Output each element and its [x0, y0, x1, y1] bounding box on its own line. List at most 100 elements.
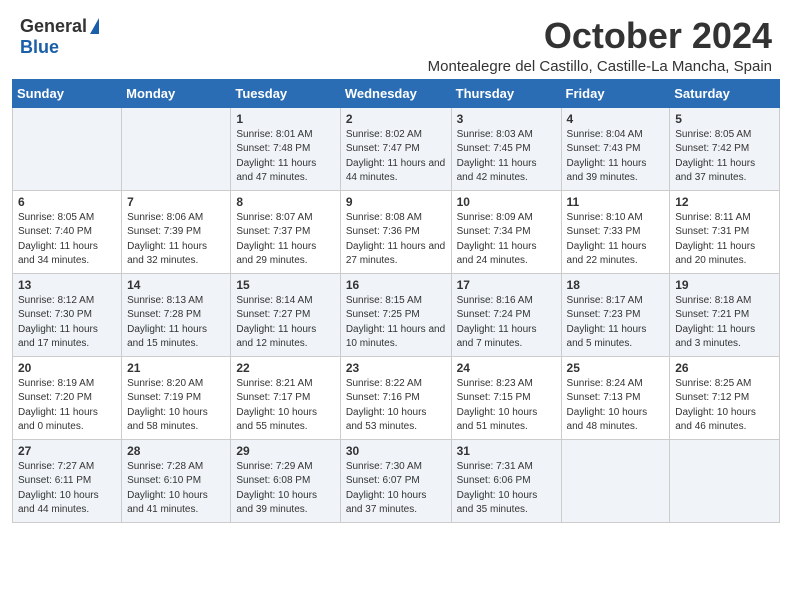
- day-detail: Sunrise: 8:05 AMSunset: 7:40 PMDaylight:…: [18, 211, 116, 269]
- day-number: 14: [127, 278, 225, 292]
- page-header: General Blue October 2024 Montealegre de…: [0, 0, 792, 79]
- day-number: 18: [567, 278, 665, 292]
- day-number: 26: [675, 361, 774, 375]
- cell-week2-day1: 7Sunrise: 8:06 AMSunset: 7:39 PMDaylight…: [122, 190, 231, 273]
- day-detail: Sunrise: 8:06 AMSunset: 7:39 PMDaylight:…: [127, 211, 225, 269]
- day-detail: Sunrise: 8:21 AMSunset: 7:17 PMDaylight:…: [236, 377, 334, 435]
- day-detail: Sunrise: 8:19 AMSunset: 7:20 PMDaylight:…: [18, 377, 116, 435]
- day-detail: Sunrise: 8:10 AMSunset: 7:33 PMDaylight:…: [567, 211, 665, 269]
- cell-week5-day1: 28Sunrise: 7:28 AMSunset: 6:10 PMDayligh…: [122, 439, 231, 522]
- day-detail: Sunrise: 8:03 AMSunset: 7:45 PMDaylight:…: [457, 128, 556, 186]
- day-number: 19: [675, 278, 774, 292]
- logo: General Blue: [20, 16, 99, 58]
- cell-week1-day2: 1 Sunrise: 8:01 AMSunset: 7:48 PMDaylight…: [231, 107, 340, 190]
- cell-week4-day6: 26Sunrise: 8:25 AMSunset: 7:12 PMDayligh…: [670, 356, 780, 439]
- cell-week4-day3: 23 Sunrise: 8:22 AMSunset: 7:16 PMDayligh…: [340, 356, 451, 439]
- cell-week4-day0: 20 Sunrise: 8:19 AMSunset: 7:20 PMDayligh…: [13, 356, 122, 439]
- day-detail: Sunrise: 8:09 AMSunset: 7:34 PMDaylight:…: [457, 211, 556, 269]
- day-number: 28: [127, 444, 225, 458]
- cell-week2-day4: 10 Sunrise: 8:09 AMSunset: 7:34 PMDayligh…: [451, 190, 561, 273]
- day-detail: Sunrise: 7:29 AMSunset: 6:08 PMDaylight:…: [236, 460, 334, 518]
- cell-week1-day3: 2 Sunrise: 8:02 AMSunset: 7:47 PMDaylight…: [340, 107, 451, 190]
- day-number: 17: [457, 278, 556, 292]
- cell-week2-day5: 11 Sunrise: 8:10 AMSunset: 7:33 PMDayligh…: [561, 190, 670, 273]
- cell-week4-day2: 22Sunrise: 8:21 AMSunset: 7:17 PMDayligh…: [231, 356, 340, 439]
- day-number: 6: [18, 195, 116, 209]
- day-number: 2: [346, 112, 446, 126]
- cell-week5-day3: 30 Sunrise: 7:30 AMSunset: 6:07 PMDayligh…: [340, 439, 451, 522]
- logo-triangle-icon: [90, 18, 99, 34]
- day-detail: Sunrise: 8:15 AMSunset: 7:25 PMDaylight:…: [346, 294, 446, 352]
- day-detail: Sunrise: 8:14 AMSunset: 7:27 PMDaylight:…: [236, 294, 334, 352]
- day-number: 21: [127, 361, 225, 375]
- day-detail: Sunrise: 8:08 AMSunset: 7:36 PMDaylight:…: [346, 211, 446, 269]
- day-number: 20: [18, 361, 116, 375]
- week-row-1: 1 Sunrise: 8:01 AMSunset: 7:48 PMDaylight…: [13, 107, 780, 190]
- col-tuesday: Tuesday: [231, 79, 340, 107]
- cell-week3-day3: 16Sunrise: 8:15 AMSunset: 7:25 PMDayligh…: [340, 273, 451, 356]
- day-number: 27: [18, 444, 116, 458]
- calendar-wrap: Sunday Monday Tuesday Wednesday Thursday…: [0, 79, 792, 535]
- cell-week5-day6: [670, 439, 780, 522]
- day-number: 8: [236, 195, 334, 209]
- logo-general: General: [20, 16, 99, 37]
- week-row-2: 6 Sunrise: 8:05 AMSunset: 7:40 PMDaylight…: [13, 190, 780, 273]
- day-number: 10: [457, 195, 556, 209]
- day-detail: Sunrise: 8:18 AMSunset: 7:21 PMDaylight:…: [675, 294, 774, 352]
- day-detail: Sunrise: 7:30 AMSunset: 6:07 PMDaylight:…: [346, 460, 446, 518]
- title-block: October 2024 Montealegre del Castillo, C…: [428, 16, 772, 75]
- month-title: October 2024: [428, 16, 772, 56]
- day-detail: Sunrise: 8:12 AMSunset: 7:30 PMDaylight:…: [18, 294, 116, 352]
- cell-week3-day2: 15 Sunrise: 8:14 AMSunset: 7:27 PMDayligh…: [231, 273, 340, 356]
- day-number: 12: [675, 195, 774, 209]
- calendar-header-row: Sunday Monday Tuesday Wednesday Thursday…: [13, 79, 780, 107]
- day-number: 1: [236, 112, 334, 126]
- cell-week3-day1: 14 Sunrise: 8:13 AMSunset: 7:28 PMDayligh…: [122, 273, 231, 356]
- day-detail: Sunrise: 8:02 AMSunset: 7:47 PMDaylight:…: [346, 128, 446, 186]
- cell-week3-day0: 13 Sunrise: 8:12 AMSunset: 7:30 PMDayligh…: [13, 273, 122, 356]
- day-number: 15: [236, 278, 334, 292]
- cell-week2-day6: 12 Sunrise: 8:11 AMSunset: 7:31 PMDayligh…: [670, 190, 780, 273]
- cell-week1-day6: 5Sunrise: 8:05 AMSunset: 7:42 PMDaylight…: [670, 107, 780, 190]
- cell-week4-day1: 21 Sunrise: 8:20 AMSunset: 7:19 PMDayligh…: [122, 356, 231, 439]
- col-saturday: Saturday: [670, 79, 780, 107]
- day-detail: Sunrise: 8:11 AMSunset: 7:31 PMDaylight:…: [675, 211, 774, 269]
- day-number: 30: [346, 444, 446, 458]
- day-number: 13: [18, 278, 116, 292]
- day-number: 25: [567, 361, 665, 375]
- cell-week3-day5: 18 Sunrise: 8:17 AMSunset: 7:23 PMDayligh…: [561, 273, 670, 356]
- day-detail: Sunrise: 8:20 AMSunset: 7:19 PMDaylight:…: [127, 377, 225, 435]
- day-number: 5: [675, 112, 774, 126]
- week-row-4: 20 Sunrise: 8:19 AMSunset: 7:20 PMDayligh…: [13, 356, 780, 439]
- day-number: 11: [567, 195, 665, 209]
- cell-week1-day0: [13, 107, 122, 190]
- day-detail: Sunrise: 8:16 AMSunset: 7:24 PMDaylight:…: [457, 294, 556, 352]
- day-detail: Sunrise: 8:07 AMSunset: 7:37 PMDaylight:…: [236, 211, 334, 269]
- cell-week1-day1: [122, 107, 231, 190]
- cell-week3-day4: 17 Sunrise: 8:16 AMSunset: 7:24 PMDayligh…: [451, 273, 561, 356]
- cell-week4-day5: 25Sunrise: 8:24 AMSunset: 7:13 PMDayligh…: [561, 356, 670, 439]
- cell-week1-day5: 4Sunrise: 8:04 AMSunset: 7:43 PMDaylight…: [561, 107, 670, 190]
- cell-week2-day2: 8 Sunrise: 8:07 AMSunset: 7:37 PMDaylight…: [231, 190, 340, 273]
- col-wednesday: Wednesday: [340, 79, 451, 107]
- day-detail: Sunrise: 8:04 AMSunset: 7:43 PMDaylight:…: [567, 128, 665, 186]
- day-number: 9: [346, 195, 446, 209]
- day-detail: Sunrise: 8:23 AMSunset: 7:15 PMDaylight:…: [457, 377, 556, 435]
- cell-week5-day5: [561, 439, 670, 522]
- week-row-5: 27Sunrise: 7:27 AMSunset: 6:11 PMDayligh…: [13, 439, 780, 522]
- calendar-table: Sunday Monday Tuesday Wednesday Thursday…: [12, 79, 780, 523]
- day-number: 23: [346, 361, 446, 375]
- day-detail: Sunrise: 8:17 AMSunset: 7:23 PMDaylight:…: [567, 294, 665, 352]
- cell-week3-day6: 19 Sunrise: 8:18 AMSunset: 7:21 PMDayligh…: [670, 273, 780, 356]
- cell-week5-day0: 27Sunrise: 7:27 AMSunset: 6:11 PMDayligh…: [13, 439, 122, 522]
- day-detail: Sunrise: 8:13 AMSunset: 7:28 PMDaylight:…: [127, 294, 225, 352]
- cell-week1-day4: 3Sunrise: 8:03 AMSunset: 7:45 PMDaylight…: [451, 107, 561, 190]
- cell-week4-day4: 24Sunrise: 8:23 AMSunset: 7:15 PMDayligh…: [451, 356, 561, 439]
- day-detail: Sunrise: 8:22 AMSunset: 7:16 PMDaylight:…: [346, 377, 446, 435]
- day-detail: Sunrise: 7:31 AMSunset: 6:06 PMDaylight:…: [457, 460, 556, 518]
- day-detail: Sunrise: 8:01 AMSunset: 7:48 PMDaylight:…: [236, 128, 334, 186]
- logo-blue: Blue: [20, 37, 59, 58]
- day-number: 31: [457, 444, 556, 458]
- col-friday: Friday: [561, 79, 670, 107]
- cell-week2-day3: 9 Sunrise: 8:08 AMSunset: 7:36 PMDaylight…: [340, 190, 451, 273]
